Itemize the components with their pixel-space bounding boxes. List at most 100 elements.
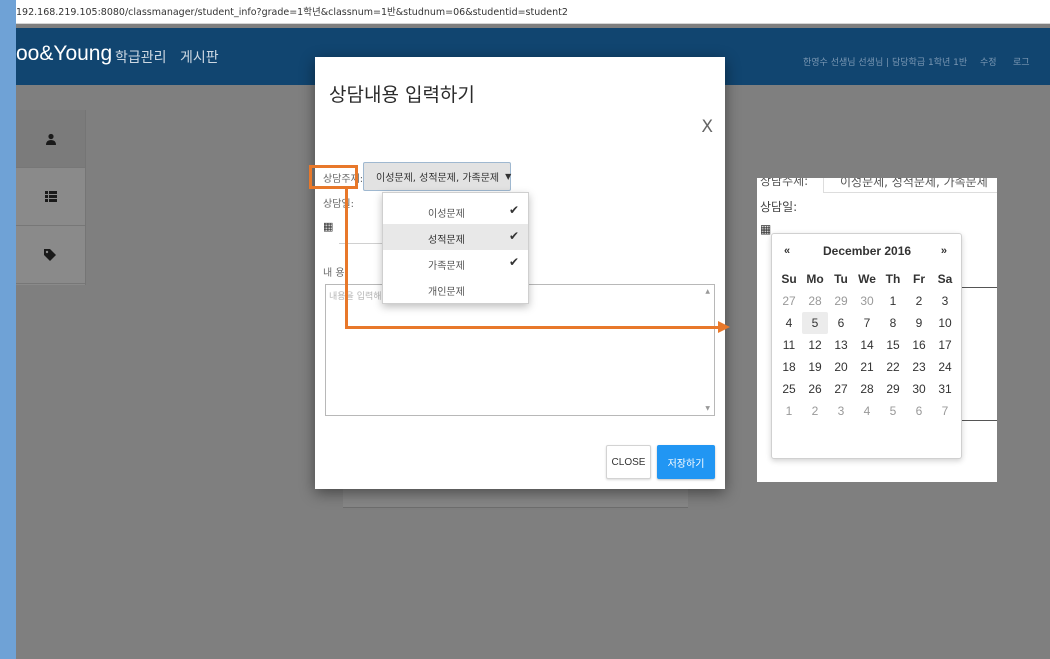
scroll-down-icon[interactable]: ▼ (705, 405, 710, 412)
weekday-header: Tu (834, 272, 848, 286)
list-icon (44, 191, 57, 202)
calendar-day[interactable]: 8 (880, 312, 906, 334)
calendar-day[interactable]: 28 (802, 290, 828, 312)
brand-logo[interactable]: oo&Young (16, 42, 112, 66)
calendar-day[interactable]: 27 (776, 290, 802, 312)
calendar-day[interactable]: 5 (802, 312, 828, 334)
close-icon[interactable]: X (701, 117, 713, 137)
month-title[interactable]: December 2016 (823, 244, 911, 258)
option-label: 이성문제 (428, 209, 465, 220)
sidebar-item-tags[interactable] (16, 226, 85, 284)
inset-topic-select[interactable]: 이성문제, 성적문제, 가족문제 (823, 178, 997, 193)
calendar-day[interactable]: 10 (932, 312, 958, 334)
calendar-day[interactable]: 15 (880, 334, 906, 356)
topic-select-value: 이성문제, 성적문제, 가족문제 (376, 173, 500, 184)
calendar-icon[interactable]: ▦ (323, 220, 333, 233)
calendar-day[interactable]: 14 (854, 334, 880, 356)
inset-divider (962, 287, 997, 288)
close-button[interactable]: CLOSE (606, 445, 651, 479)
address-bar[interactable]: 192.168.219.105:8080/classmanager/studen… (16, 0, 1050, 24)
calendar-day[interactable]: 7 (932, 400, 958, 422)
calendar-day[interactable]: 21 (854, 356, 880, 378)
weekday-header: Th (885, 272, 901, 286)
calendar-day[interactable]: 1 (880, 290, 906, 312)
calendar-day[interactable]: 5 (880, 400, 906, 422)
calendar-day[interactable]: 4 (854, 400, 880, 422)
prev-month-button[interactable]: « (784, 245, 790, 257)
date-picker: « December 2016 » Su Mo Tu We Th Fr Sa 27 28 29 30… (771, 233, 962, 459)
check-icon: ✔ (509, 255, 520, 269)
inset-divider (962, 420, 997, 421)
calendar-day[interactable]: 30 (906, 378, 932, 400)
tags-icon (44, 248, 56, 261)
dropdown-option[interactable]: 이성문제 ✔ (383, 198, 528, 224)
annotation-arrow-head (718, 321, 730, 333)
calendar-day[interactable]: 24 (932, 356, 958, 378)
annotation-arrow-horizontal (345, 326, 719, 329)
inset-date-label: 상담일: (760, 200, 798, 214)
calendar-day[interactable]: 30 (854, 290, 880, 312)
calendar-day[interactable]: 28 (854, 378, 880, 400)
dropdown-option[interactable]: 개인문제 (383, 276, 528, 302)
dropdown-option[interactable]: 성적문제 ✔ (383, 224, 528, 250)
user-icon (45, 133, 56, 145)
calendar-day[interactable]: 3 (828, 400, 854, 422)
topic-dropdown: 이성문제 ✔ 성적문제 ✔ 가족문제 ✔ 개인문제 (382, 192, 529, 304)
calendar-day[interactable]: 13 (828, 334, 854, 356)
calendar-day[interactable]: 2 (906, 290, 932, 312)
calendar-day[interactable]: 27 (828, 378, 854, 400)
logout-link[interactable]: 로그 (1013, 55, 1030, 68)
date-label: 상담일: (323, 199, 354, 210)
option-label: 성적문제 (428, 235, 465, 246)
calendar-day[interactable]: 19 (802, 356, 828, 378)
caret-down-icon: ▼ (505, 172, 512, 181)
calendar-day[interactable]: 1 (776, 400, 802, 422)
option-label: 가족문제 (428, 261, 465, 272)
date-picker-header: « December 2016 » (772, 242, 961, 262)
calendar-day[interactable]: 22 (880, 356, 906, 378)
annotation-highlight-box (309, 165, 358, 189)
calendar-day[interactable]: 3 (932, 290, 958, 312)
modal-title: 상담내용 입력하기 (329, 84, 475, 106)
dropdown-option[interactable]: 가족문제 ✔ (383, 250, 528, 276)
calendar-day[interactable]: 2 (802, 400, 828, 422)
calendar-day[interactable]: 4 (776, 312, 802, 334)
next-month-button[interactable]: » (941, 245, 947, 257)
url-text[interactable]: 192.168.219.105:8080/classmanager/studen… (16, 4, 568, 18)
calendar-day[interactable]: 29 (880, 378, 906, 400)
calendar-day[interactable]: 18 (776, 356, 802, 378)
topic-select[interactable]: 이성문제, 성적문제, 가족문제 ▼ (363, 162, 511, 191)
calendar-day[interactable]: 16 (906, 334, 932, 356)
save-button[interactable]: 저장하기 (657, 445, 715, 479)
calendar-day[interactable]: 7 (854, 312, 880, 334)
calendar-day[interactable]: 20 (828, 356, 854, 378)
scroll-up-icon[interactable]: ▲ (705, 288, 710, 295)
weekday-header: Fr (913, 272, 925, 286)
weekday-header: We (858, 272, 876, 286)
calendar-icon[interactable]: ▦ (760, 222, 771, 236)
check-icon: ✔ (509, 203, 520, 217)
calendar-day[interactable]: 6 (906, 400, 932, 422)
edit-link[interactable]: 수정 (980, 55, 997, 68)
background-card (343, 488, 688, 508)
check-icon: ✔ (509, 229, 520, 243)
weekday-header: Mo (806, 272, 824, 286)
nav-link-board[interactable]: 게시판 (180, 47, 219, 67)
nav-link-class-management[interactable]: 학급관리 (115, 47, 167, 67)
weekday-header: Sa (937, 272, 953, 286)
calendar-day[interactable]: 25 (776, 378, 802, 400)
calendar-day[interactable]: 9 (906, 312, 932, 334)
calendar-day[interactable]: 11 (776, 334, 802, 356)
calendar-day[interactable]: 31 (932, 378, 958, 400)
sidebar (16, 110, 86, 285)
calendar-grid: Su Mo Tu We Th Fr Sa 27 28 29 30 1 2 3 4 5 6 7 8 9 10 11 12 13 1… (776, 268, 958, 422)
calendar-day[interactable]: 17 (932, 334, 958, 356)
calendar-day[interactable]: 12 (802, 334, 828, 356)
sidebar-item-list[interactable] (16, 168, 85, 226)
sidebar-item-profile[interactable] (16, 110, 85, 168)
calendar-day[interactable]: 6 (828, 312, 854, 334)
calendar-day[interactable]: 23 (906, 356, 932, 378)
datepicker-inset: 상담주제: 이성문제, 성적문제, 가족문제 상담일: ▦ « December… (757, 178, 997, 482)
calendar-day[interactable]: 29 (828, 290, 854, 312)
calendar-day[interactable]: 26 (802, 378, 828, 400)
